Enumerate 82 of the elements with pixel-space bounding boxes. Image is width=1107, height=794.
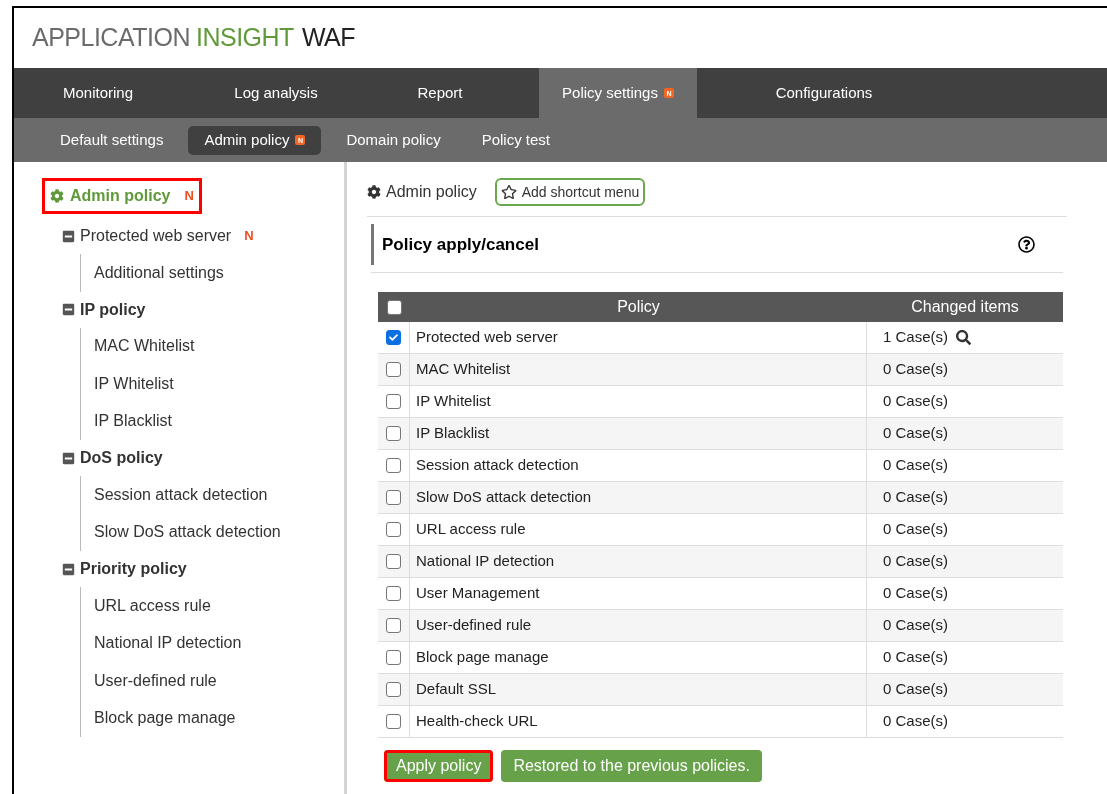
checkbox[interactable] — [386, 362, 401, 377]
checkbox[interactable] — [386, 426, 401, 441]
table-cell-text: Default SSL — [416, 679, 497, 700]
logo-text: WAF — [301, 22, 355, 54]
tree-group[interactable]: Protected web server — [80, 224, 232, 248]
tree-item[interactable]: User-defined rule — [94, 668, 217, 693]
tree-item[interactable]: MAC Whitelist — [94, 334, 195, 359]
checkbox[interactable] — [386, 394, 401, 409]
table-cell-text: 1 Case(s) — [883, 327, 949, 348]
tree-group[interactable]: DoS policy — [80, 446, 163, 470]
tree-item[interactable]: Slow DoS attack detection — [94, 520, 281, 545]
table-cell-text: User Management — [416, 583, 540, 604]
tree-group[interactable]: Priority policy — [80, 557, 187, 581]
gear-icon — [50, 189, 64, 203]
table-cell-text: Session attack detection — [416, 455, 579, 476]
breadcrumb: Admin policy — [386, 182, 477, 202]
add-shortcut-button[interactable]: Add shortcut menu — [494, 178, 646, 206]
search-icon[interactable] — [956, 330, 972, 345]
checkbox[interactable] — [386, 682, 401, 697]
new-mark: N — [184, 187, 194, 206]
nav-tab[interactable]: Report — [361, 68, 519, 118]
table-cell-text: Block page manage — [416, 647, 549, 668]
star-icon — [500, 184, 517, 200]
column-header: Changed items — [910, 297, 1020, 317]
table-cell-text: 0 Case(s) — [883, 455, 949, 476]
tree-item[interactable]: URL access rule — [94, 593, 211, 618]
checkbox[interactable] — [386, 714, 401, 729]
sub-nav-tab[interactable]: Policy test — [465, 125, 566, 155]
tree-item[interactable]: Block page manage — [94, 706, 236, 731]
logo-text: INSIGHT — [195, 22, 294, 54]
collapse-icon[interactable] — [62, 303, 75, 316]
nav-tab[interactable]: Log analysis — [197, 68, 355, 118]
sub-nav-tab[interactable]: Domain policy — [330, 125, 457, 155]
table-cell-text: Health-check URL — [416, 711, 538, 732]
logo-text: APPLICATION — [32, 22, 190, 54]
nav-tab[interactable]: Configurations — [745, 68, 903, 118]
tree-group[interactable]: IP policy — [80, 297, 146, 322]
table-cell-text: 0 Case(s) — [883, 423, 949, 444]
collapse-icon[interactable] — [62, 451, 75, 465]
checkbox[interactable] — [386, 458, 401, 473]
new-mark: N — [244, 227, 254, 246]
tree-item[interactable]: IP Whitelist — [94, 371, 174, 396]
tree-item[interactable]: National IP detection — [94, 631, 242, 656]
checkbox[interactable] — [386, 554, 401, 569]
sub-nav-tab[interactable]: Default settings — [44, 125, 180, 155]
table-cell-text: 0 Case(s) — [883, 615, 949, 636]
table-cell-text: MAC Whitelist — [416, 359, 511, 380]
table-cell-text: 0 Case(s) — [883, 583, 949, 604]
table-cell-text: 0 Case(s) — [883, 711, 949, 732]
checkbox[interactable] — [386, 330, 401, 345]
check-icon — [389, 333, 398, 342]
table-cell-text: 0 Case(s) — [883, 551, 949, 572]
column-header: Policy — [616, 297, 661, 317]
table-cell-text: IP Blacklist — [416, 423, 490, 444]
checkbox[interactable] — [386, 618, 401, 633]
sidebar-title[interactable]: Admin policy N — [42, 178, 202, 214]
table-cell-text: 0 Case(s) — [883, 487, 949, 508]
checkbox[interactable] — [386, 299, 402, 315]
help-icon[interactable] — [1018, 236, 1035, 253]
tree-item[interactable]: Additional settings — [94, 260, 224, 285]
tree-item[interactable]: Session attack detection — [94, 482, 268, 507]
table-cell-text: 0 Case(s) — [883, 647, 949, 668]
section-title: Policy apply/cancel — [371, 223, 539, 266]
table-cell-text: Protected web server — [416, 327, 558, 348]
table-cell-text: 0 Case(s) — [883, 391, 949, 412]
table-cell-text: 0 Case(s) — [883, 679, 949, 700]
checkbox[interactable] — [386, 522, 401, 537]
table-cell-text: URL access rule — [416, 519, 526, 540]
table-cell-text: IP Whitelist — [416, 391, 491, 412]
gear-icon — [367, 185, 381, 199]
table-cell-text: National IP detection — [416, 551, 555, 572]
collapse-icon[interactable] — [62, 229, 75, 243]
checkbox[interactable] — [386, 586, 401, 601]
checkbox[interactable] — [386, 650, 401, 665]
collapse-icon[interactable] — [62, 562, 75, 576]
nav-tab[interactable]: Monitoring — [19, 68, 177, 118]
tree-item[interactable]: IP Blacklist — [94, 409, 172, 434]
checkbox[interactable] — [386, 490, 401, 505]
table-cell-text: 0 Case(s) — [883, 359, 949, 380]
table-cell-text: 0 Case(s) — [883, 519, 949, 540]
table-cell-text: Slow DoS attack detection — [416, 487, 592, 508]
table-cell-text: User-defined rule — [416, 615, 532, 636]
